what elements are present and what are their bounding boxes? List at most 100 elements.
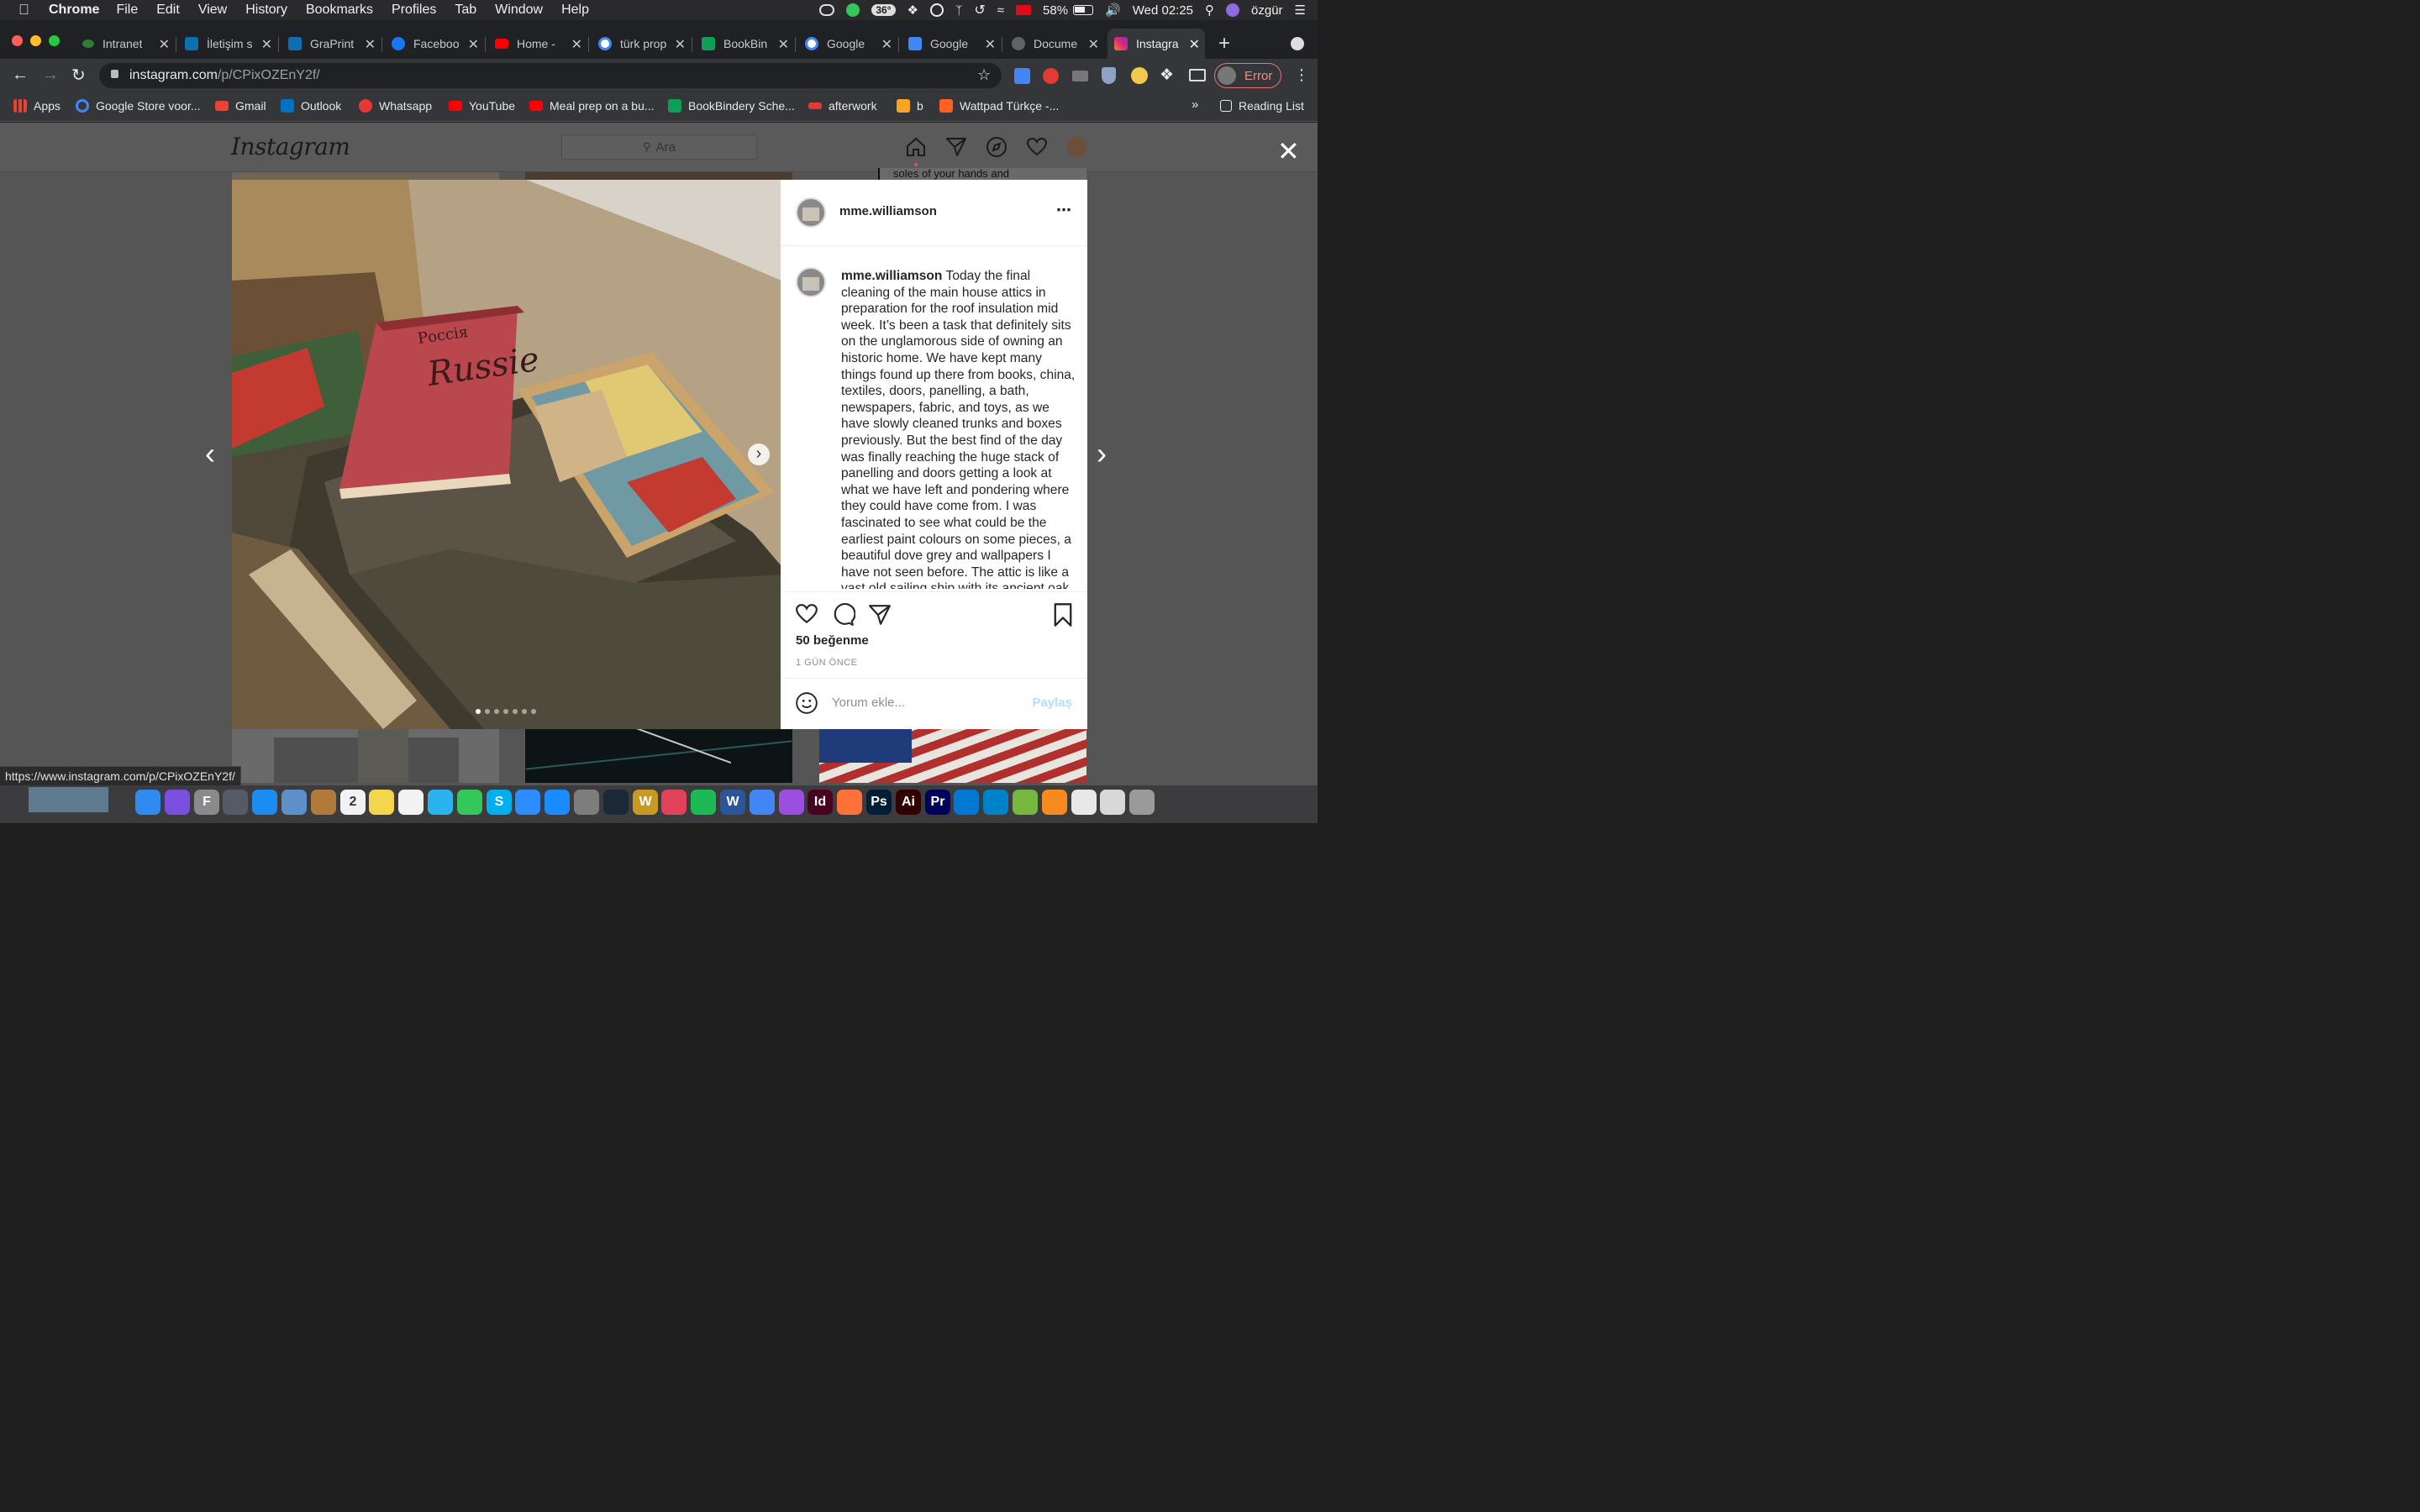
more-bookmarks-chevron-icon[interactable]: »	[1192, 97, 1198, 112]
caption-author-avatar[interactable]	[796, 267, 826, 297]
cast-icon[interactable]	[1189, 69, 1206, 81]
dock-notes-icon[interactable]	[369, 790, 394, 815]
temperature-status[interactable]: 36°	[871, 4, 896, 16]
dock-spotify-icon[interactable]	[691, 790, 716, 815]
direct-message-icon[interactable]	[945, 136, 967, 158]
control-center-icon[interactable]: ☰	[1295, 3, 1306, 18]
next-post-arrow-icon[interactable]: ›	[1097, 438, 1107, 469]
tab-instagram-active[interactable]: Instagra ✕	[1107, 29, 1205, 59]
feed-thumbnail[interactable]	[819, 729, 1086, 783]
close-modal-icon[interactable]: ✕	[1277, 138, 1300, 165]
bookmark-meal-prep[interactable]: Meal prep on a bu...	[529, 97, 655, 114]
apple-icon[interactable]: 	[18, 3, 34, 18]
desktop-file-thumbnail[interactable]	[29, 787, 108, 812]
like-heart-icon[interactable]	[795, 602, 818, 626]
zoom-window-button[interactable]	[49, 35, 60, 46]
feed-thumbnail[interactable]	[525, 729, 792, 783]
dock-norton-icon[interactable]: W	[633, 790, 658, 815]
dock-photoshop-icon[interactable]: Ps	[866, 790, 892, 815]
screen-extension-icon[interactable]	[1072, 71, 1088, 81]
carousel-next-icon[interactable]: ›	[748, 444, 770, 465]
time-machine-icon[interactable]: ↺	[974, 2, 985, 18]
bluetooth-icon[interactable]: ᛉ	[955, 3, 962, 17]
tab-iletisim[interactable]: İletişim s ✕	[178, 29, 279, 59]
reading-list-button[interactable]: Reading List	[1220, 97, 1304, 114]
dock-nextcloud-icon[interactable]	[983, 790, 1008, 815]
post-author-username[interactable]: mme.williamson	[839, 204, 937, 218]
dock-utorrent-icon[interactable]	[1013, 790, 1038, 815]
reload-icon[interactable]: ↻	[71, 65, 86, 86]
dock-game-icon[interactable]	[661, 790, 687, 815]
dock-launchpad-icon[interactable]	[223, 790, 248, 815]
user-name[interactable]: özgür	[1251, 3, 1283, 18]
dock-messages-icon[interactable]	[428, 790, 453, 815]
menu-file[interactable]: File	[116, 3, 138, 18]
close-tab-icon[interactable]: ✕	[261, 36, 272, 53]
menu-edit[interactable]: Edit	[156, 3, 180, 18]
explore-compass-icon[interactable]	[986, 136, 1007, 158]
bookmark-gmail[interactable]: Gmail	[215, 97, 266, 114]
bookmark-b[interactable]: b	[897, 97, 923, 114]
back-arrow-icon[interactable]: ←	[12, 66, 29, 85]
feed-thumbnail[interactable]	[232, 172, 499, 180]
post-timestamp[interactable]: 1 GÜN ÖNCE	[796, 658, 857, 668]
previous-post-arrow-icon[interactable]: ‹	[205, 438, 215, 469]
emoji-smiley-icon[interactable]	[795, 691, 818, 715]
caption-username[interactable]: mme.williamson	[841, 269, 942, 283]
dock-chrome-icon[interactable]	[750, 790, 775, 815]
close-tab-icon[interactable]: ✕	[881, 36, 892, 53]
dock-facetime-icon[interactable]	[457, 790, 482, 815]
dock-preview-icon[interactable]	[281, 790, 307, 815]
dock-indesign-icon[interactable]: Id	[808, 790, 833, 815]
extensions-puzzle-icon[interactable]: ❖	[1160, 66, 1174, 85]
tab-intranet[interactable]: Intranet ✕	[76, 29, 176, 59]
post-comment-button[interactable]: Paylaş	[1032, 696, 1072, 710]
dock-siri-icon[interactable]	[165, 790, 190, 815]
tab-facebook[interactable]: Faceboo ✕	[385, 29, 486, 59]
dock-podcasts-icon[interactable]	[779, 790, 804, 815]
close-tab-icon[interactable]: ✕	[1088, 36, 1099, 53]
dock-settings-icon[interactable]	[574, 790, 599, 815]
bookmark-star-icon[interactable]: ☆	[977, 66, 991, 84]
menu-help[interactable]: Help	[561, 3, 589, 18]
new-tab-plus-icon[interactable]: +	[1218, 32, 1230, 55]
google-translate-extension-icon[interactable]	[1014, 68, 1030, 84]
lock-icon[interactable]	[111, 70, 118, 78]
dock-textedit-icon[interactable]	[1071, 790, 1097, 815]
profile-error-button[interactable]: Error	[1214, 63, 1281, 88]
activity-heart-icon[interactable]	[1026, 136, 1048, 158]
app-menu-chrome[interactable]: Chrome	[49, 3, 99, 18]
dock-fontbook-icon[interactable]: F	[194, 790, 219, 815]
close-tab-icon[interactable]: ✕	[778, 36, 789, 53]
close-tab-icon[interactable]: ✕	[159, 36, 170, 53]
shazam-icon[interactable]	[929, 3, 944, 17]
menu-history[interactable]: History	[245, 3, 287, 18]
siri-icon[interactable]	[1226, 3, 1240, 17]
instagram-logo[interactable]: Instagram	[231, 133, 350, 160]
shield-extension-icon[interactable]	[1102, 67, 1116, 84]
feed-thumbnail[interactable]	[525, 172, 792, 180]
dock-firefox-icon[interactable]	[837, 790, 862, 815]
tab-graprint[interactable]: GraPrint ✕	[281, 29, 382, 59]
more-options-icon[interactable]: ⋯	[1056, 202, 1072, 219]
comment-bubble-icon[interactable]	[832, 603, 855, 627]
tab-google[interactable]: Google ✕	[798, 29, 899, 59]
close-tab-icon[interactable]: ✕	[468, 36, 479, 53]
menu-window[interactable]: Window	[495, 3, 543, 18]
volume-icon[interactable]: 🔊	[1105, 3, 1121, 18]
feed-thumbnail[interactable]	[232, 729, 499, 783]
close-tab-icon[interactable]: ✕	[985, 36, 996, 53]
check-status-icon[interactable]	[846, 3, 860, 17]
tab-document[interactable]: Docume ✕	[1005, 29, 1104, 59]
creative-cloud-icon[interactable]	[819, 4, 835, 16]
spotlight-search-icon[interactable]: ⚲	[1205, 3, 1214, 18]
clock[interactable]: Wed 02:25	[1133, 3, 1193, 18]
close-window-button[interactable]	[12, 35, 23, 46]
close-tab-icon[interactable]: ✕	[675, 36, 686, 53]
battery-icon[interactable]	[1073, 5, 1094, 15]
tab-turk-prop[interactable]: türk prop ✕	[592, 29, 692, 59]
menu-profiles[interactable]: Profiles	[392, 3, 436, 18]
dock-trash-icon[interactable]	[1129, 790, 1155, 815]
dropbox-icon[interactable]: ❖	[908, 3, 918, 18]
profile-avatar[interactable]	[1067, 137, 1087, 157]
